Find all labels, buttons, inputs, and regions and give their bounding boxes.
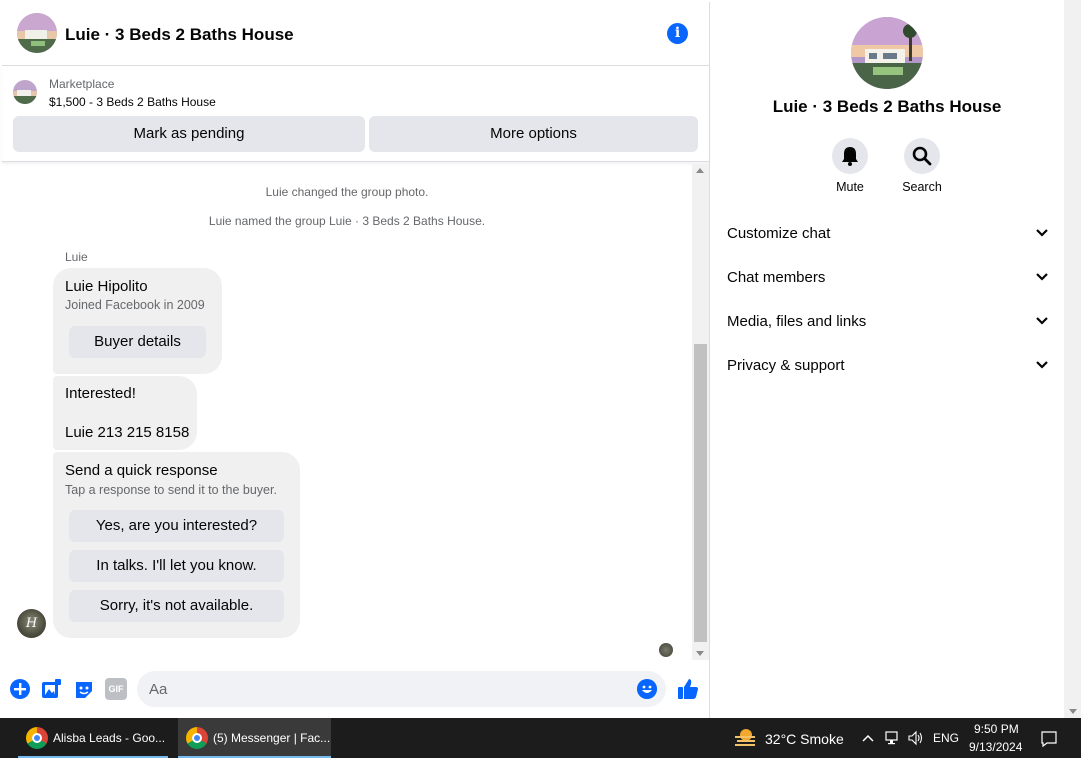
marketplace-bar: Marketplace $1,500 - 3 Beds 2 Baths Hous… [2, 66, 710, 162]
taskbar-app-label: Alisba Leads - Goo... [53, 731, 166, 745]
emoji-icon[interactable] [637, 679, 657, 699]
quick-response-option[interactable]: In talks. I'll let you know. [69, 550, 284, 582]
search-icon [912, 146, 932, 166]
plus-circle-icon[interactable] [9, 678, 31, 700]
section-label: Customize chat [727, 225, 831, 242]
clock-date[interactable]: 9/13/2024 [969, 740, 1022, 754]
message-list: Luie changed the group photo. Luie named… [2, 164, 692, 660]
photo-icon[interactable] [40, 678, 62, 700]
quick-response-option[interactable]: Yes, are you interested? [69, 510, 284, 542]
quick-response-title: Send a quick response [65, 462, 218, 479]
chevron-down-icon [1036, 273, 1048, 281]
taskbar-app-alisba-leads[interactable]: Alisba Leads - Goo... [18, 718, 168, 758]
mute-label: Mute [836, 180, 864, 194]
network-icon[interactable] [884, 730, 900, 746]
scroll-down-arrow-icon[interactable] [1069, 709, 1077, 714]
group-avatar-large[interactable] [851, 17, 923, 89]
clock-time[interactable]: 9:50 PM [974, 722, 1019, 736]
sticker-icon[interactable] [73, 678, 95, 700]
thumbs-up-icon[interactable] [676, 677, 700, 701]
buyer-name: Luie Hipolito [65, 278, 148, 295]
read-receipt-avatar [659, 643, 673, 657]
notifications-icon[interactable] [1040, 730, 1058, 748]
chevron-up-icon[interactable] [860, 730, 876, 746]
message-input-box[interactable] [137, 671, 666, 707]
message-phone: Luie 213 215 8158 [65, 424, 190, 441]
message-scrollbar[interactable] [692, 164, 709, 660]
chat-header: Luie · 3 Beds 2 Baths House i [2, 2, 710, 66]
taskbar: Alisba Leads - Goo... (5) Messenger | Fa… [0, 718, 1081, 758]
sender-avatar[interactable]: H [17, 609, 46, 638]
scroll-thumb[interactable] [694, 344, 707, 642]
mute-button[interactable]: Mute [820, 138, 880, 194]
weather-text[interactable]: 32°C Smoke [765, 731, 844, 747]
chrome-icon [26, 727, 48, 749]
section-label: Privacy & support [727, 357, 845, 374]
section-media-files-links[interactable]: Media, files and links [727, 302, 1049, 342]
weather-haze-icon[interactable] [733, 727, 757, 749]
chevron-down-icon [1036, 229, 1048, 237]
more-options-button[interactable]: More options [369, 116, 698, 152]
scroll-down-arrow-icon[interactable] [696, 651, 704, 656]
sender-name: Luie [65, 250, 88, 264]
listing-thumbnail[interactable] [13, 80, 37, 104]
scroll-up-arrow-icon[interactable] [696, 168, 704, 173]
section-label: Media, files and links [727, 313, 867, 330]
quick-response-bubble: Send a quick response Tap a response to … [53, 452, 300, 638]
section-privacy-support[interactable]: Privacy & support [727, 346, 1049, 386]
system-message: Luie changed the group photo. [265, 185, 429, 199]
profile-card-bubble: Luie Hipolito Joined Facebook in 2009 Bu… [53, 268, 222, 374]
message-text: Interested! [65, 385, 136, 402]
section-label: Chat members [727, 269, 826, 286]
message-bubble: Interested! Luie 213 215 8158 [53, 376, 197, 450]
quick-response-option[interactable]: Sorry, it's not available. [69, 590, 284, 622]
gif-icon[interactable]: GIF [105, 678, 127, 700]
section-chat-members[interactable]: Chat members [727, 258, 1049, 298]
chevron-down-icon [1036, 361, 1048, 369]
conversation-pane: Luie · 3 Beds 2 Baths House i Marketplac… [2, 2, 710, 718]
message-composer: GIF [2, 666, 710, 712]
speaker-icon[interactable] [907, 730, 923, 746]
group-avatar[interactable] [17, 13, 57, 53]
quick-response-subtitle: Tap a response to send it to the buyer. [65, 483, 277, 497]
page-scrollbar[interactable] [1064, 0, 1081, 718]
chrome-icon [186, 727, 208, 749]
mark-as-pending-button[interactable]: Mark as pending [13, 116, 365, 152]
bell-icon [842, 147, 858, 166]
buyer-details-button[interactable]: Buyer details [69, 326, 206, 358]
info-title: Luie · 3 Beds 2 Baths House [772, 97, 1002, 116]
joined-text: Joined Facebook in 2009 [65, 298, 205, 312]
chevron-down-icon [1036, 317, 1048, 325]
system-message: Luie named the group Luie · 3 Beds 2 Bat… [208, 214, 486, 228]
chat-title[interactable]: Luie · 3 Beds 2 Baths House [65, 25, 294, 45]
listing-title[interactable]: $1,500 - 3 Beds 2 Baths House [49, 95, 216, 109]
taskbar-app-messenger[interactable]: (5) Messenger | Fac... [178, 718, 331, 758]
message-input[interactable] [149, 671, 629, 707]
language-indicator[interactable]: ENG [933, 731, 959, 745]
info-icon[interactable]: i [667, 23, 688, 44]
search-button[interactable]: Search [892, 138, 952, 194]
marketplace-label: Marketplace [49, 77, 115, 91]
taskbar-app-label: (5) Messenger | Fac... [213, 731, 331, 745]
section-customize-chat[interactable]: Customize chat [727, 214, 1049, 254]
search-label: Search [902, 180, 942, 194]
messenger-window: Luie · 3 Beds 2 Baths House i Marketplac… [0, 0, 1081, 718]
chat-info-pane: Luie · 3 Beds 2 Baths House Mute Search … [711, 0, 1063, 718]
